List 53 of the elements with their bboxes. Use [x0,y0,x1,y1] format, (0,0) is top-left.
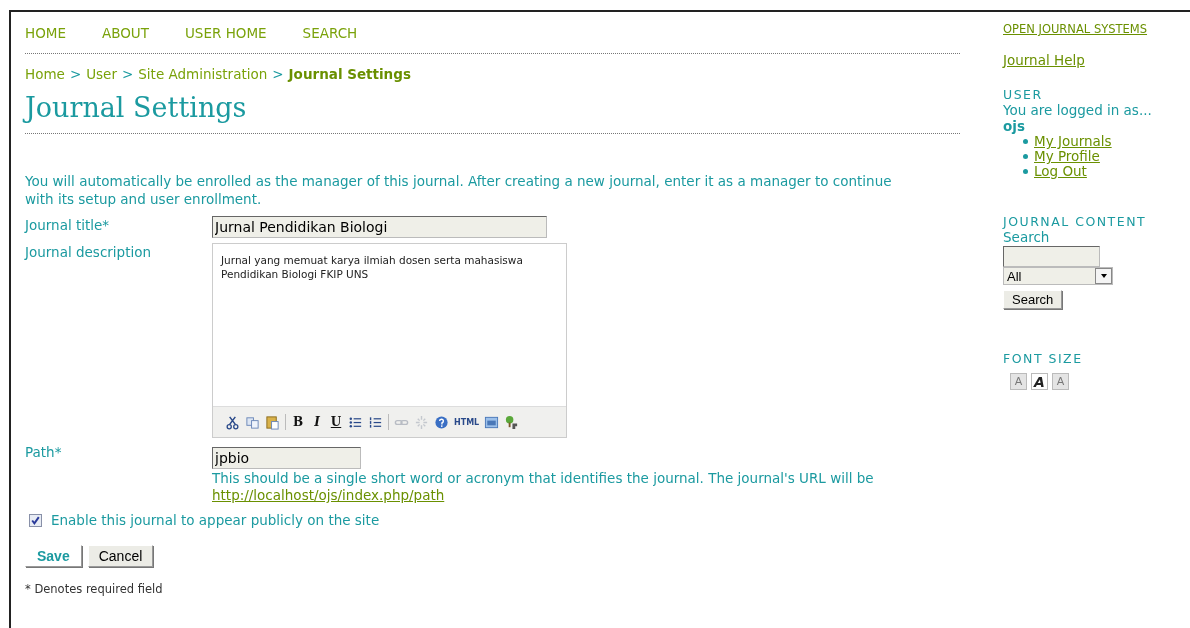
intro-text: You will automatically be enrolled as the manager of this journal. After creating a new journal, enter it as a manager to continue with its setup and user enrollment. [25,172,893,208]
nav-link[interactable]: SEARCH [302,25,358,47]
breadcrumb-separator: > [272,66,284,82]
scope-select[interactable]: All [1003,267,1113,285]
scissors-icon[interactable] [225,414,240,430]
account-menu-link[interactable]: My Profile [1034,149,1100,164]
url-link[interactable]: http://localhost/ojs/index.php/path [212,487,445,503]
nav-link[interactable]: HOME [25,25,66,47]
account-menu-link[interactable]: Log Out [1034,164,1087,179]
tree-icon[interactable] [504,414,520,430]
breadcrumb-link[interactable]: Home [25,66,65,82]
brand-link[interactable]: OPEN JOURNAL SYSTEMS [1003,22,1148,36]
section-heading: JOURNAL CONTENT [1003,214,1147,229]
decrease-font-button[interactable]: A [1010,373,1027,390]
underline-button[interactable]: U [329,415,343,429]
public-checkbox[interactable] [29,513,42,527]
html-button[interactable]: HTML [454,417,480,427]
help-link[interactable]: Journal Help [1003,52,1085,68]
journal-title-field[interactable]: Jurnal Pendidikan Biologi [212,216,547,238]
account-menu-link[interactable]: My Journals [1034,134,1112,149]
breadcrumb-separator: > [121,66,134,82]
save-button[interactable]: Save [25,545,82,567]
nav-link[interactable]: ABOUT [101,25,149,47]
image-icon[interactable] [484,414,500,430]
default-font-button[interactable]: A [1031,373,1048,390]
search-button[interactable]: Search [1003,290,1063,309]
field-label: Path* [25,443,63,462]
path-hint: This should be a single short word or acronym that identifies the journal. The journal's URL will be [212,470,874,486]
nav-link[interactable]: USER HOME [185,25,267,47]
help-icon[interactable] [434,414,449,430]
path-field[interactable]: jpbio [212,447,361,469]
breadcrumb-link[interactable]: Journal Settings [288,66,411,82]
search-field[interactable] [1003,246,1100,267]
breadcrumb-link[interactable]: Site Administration [138,66,268,82]
increase-font-button[interactable]: A [1052,373,1069,390]
clipboard-icon[interactable] [265,414,280,430]
field-label: Journal description [25,243,153,262]
section-heading: FONT SIZE [1003,351,1083,366]
login-status: You are logged in as... [1003,102,1152,118]
field-label: Journal title* [25,216,111,235]
dropdown-arrow-icon[interactable] [1099,272,1108,280]
breadcrumb-separator: > [69,66,82,82]
breadcrumb-link[interactable]: User [86,66,117,82]
checkbox-label: Enable this journal to appear publicly on the site [51,512,380,528]
numbered-list-icon[interactable] [368,414,383,430]
copy-icon[interactable] [245,414,260,430]
section-heading: USER [1003,87,1043,102]
italic-button[interactable]: I [310,415,324,429]
username: ojs [1003,118,1025,134]
bold-button[interactable]: B [291,415,305,429]
search-label: Search [1003,229,1050,245]
cancel-button[interactable]: Cancel [87,545,154,567]
required-note: * Denotes required field [25,582,164,596]
